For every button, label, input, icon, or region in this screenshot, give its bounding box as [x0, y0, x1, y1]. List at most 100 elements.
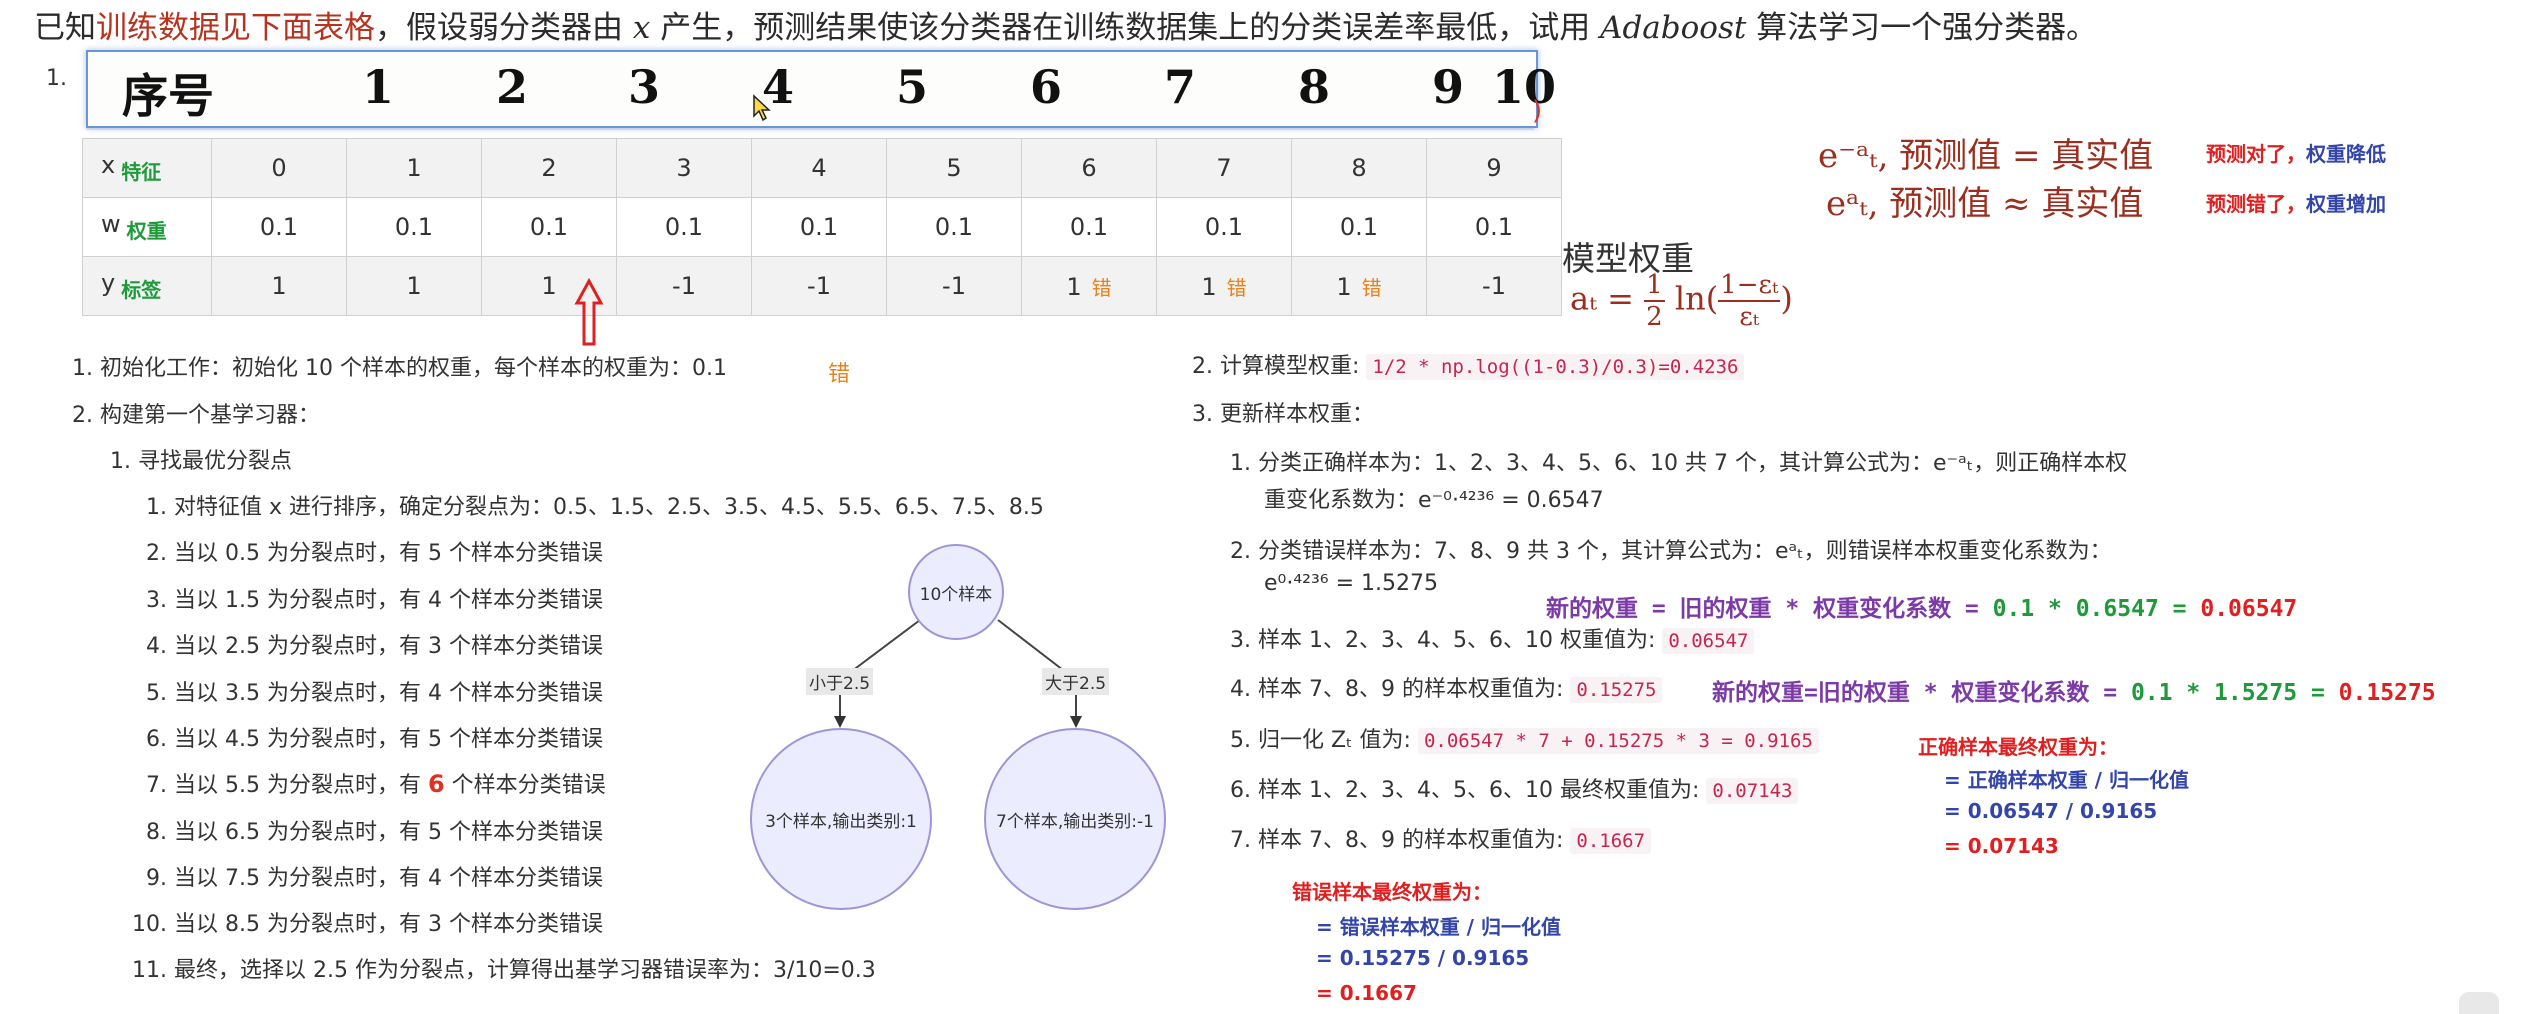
cell-value: 1	[406, 272, 422, 300]
error-note: 错	[828, 362, 851, 387]
list-item: 7. 当以 5.5 为分裂点时，有 6 个样本分类错误	[146, 767, 606, 799]
scan-number: 9	[1431, 60, 1464, 114]
correct-final-line1: = 正确样本权重 / 归一化值	[1944, 768, 2189, 792]
cell-value: -1	[807, 272, 831, 300]
code-inline: 1/2 * np.log((1-0.3)/0.3)=0.4236	[1366, 354, 1745, 380]
table-cell: 2	[481, 138, 617, 198]
error-mark: 错	[1226, 275, 1247, 300]
list-item: 2. 当以 0.5 为分裂点时，有 5 个样本分类错误	[146, 541, 603, 566]
row-header-w: w 权重	[82, 197, 212, 257]
step-r3-4: 4. 样本 7、8、9 的样本权重值为: 0.15275	[1230, 671, 1663, 703]
list-item: 1. 对特征值 x 进行排序，确定分裂点为：0.5、1.5、2.5、3.5、4.…	[146, 495, 1044, 520]
cell-value: -1	[1482, 272, 1506, 300]
scan-label: 序号	[122, 69, 214, 123]
stray-red-mark: )	[1532, 96, 1543, 126]
cell-value: 1	[271, 272, 287, 300]
code-inline: 0.1667	[1570, 828, 1652, 854]
scan-number: 2	[495, 60, 528, 114]
table-cell: 8	[1291, 138, 1427, 198]
intro-middle1: ，假设弱分类器由	[375, 10, 633, 46]
step-r2: 2. 计算模型权重: 1/2 * np.log((1-0.3)/0.3)=0.4…	[1192, 348, 1745, 380]
table-cell: 0.1	[211, 197, 347, 257]
scan-number: 5	[895, 60, 928, 114]
table-cell: 0.1	[481, 197, 617, 257]
formula-correct-note: 预测对了，权重降低	[2206, 138, 2386, 167]
table-row-y: y 标签 1 1 1 -1 -1 -1 1错 1错 1错 -1	[82, 256, 1562, 316]
list-item: 4. 当以 2.5 为分裂点时，有 3 个样本分类错误	[146, 634, 603, 659]
step-label: 4. 样本 7、8、9 的样本权重值为:	[1230, 677, 1564, 702]
step-r3-5: 5. 归一化 Zₜ 值为: 0.06547 * 7 + 0.15275 * 3 …	[1230, 722, 1819, 754]
note-calc: 0.1 * 1.5275 =	[2130, 680, 2339, 706]
tree-root-node: 10个样本	[908, 544, 1004, 640]
row-sub: 特征	[121, 160, 162, 184]
tree-left-edge-label: 小于2.5	[806, 668, 874, 695]
frac-num: 1	[1644, 270, 1665, 302]
table-cell: 4	[751, 138, 887, 198]
tree-right-edge-label: 大于2.5	[1042, 668, 1110, 695]
note-text: 预测对了，	[2206, 142, 2306, 166]
step-r3: 3. 更新样本权重：	[1192, 402, 1374, 427]
step-2: 2. 构建第一个基学习器：	[72, 403, 320, 428]
step-label: 3. 样本 1、2、3、4、5、6、10 权重值为:	[1230, 628, 1656, 653]
intro-middle2: 产生，预测结果使该分类器在训练数据集上的分类误差率最低，试用	[650, 10, 1601, 46]
list-item: 8. 当以 6.5 为分裂点时，有 5 个样本分类错误	[146, 820, 603, 845]
scanned-header-image[interactable]: 序号 1 2 3 4 5 6 7 8 9 10	[86, 50, 1556, 128]
table-cell: 0.1	[1426, 197, 1562, 257]
table-cell: -1	[751, 256, 887, 316]
correct-final-line3: = 0.07143	[1944, 834, 2059, 858]
corner-scroll-handle[interactable]	[2459, 992, 2499, 1014]
row-key: y	[101, 269, 116, 297]
table-cell: 1错	[1021, 256, 1157, 316]
step-r3-1a: 1. 分类正确样本为：1、2、3、4、5、6、10 共 7 个，其计算公式为：e…	[1230, 451, 2128, 476]
step-r3-2a: 2. 分类错误样本为：7、8、9 共 3 个，其计算公式为：eᵃₜ，则错误样本权…	[1230, 539, 2112, 564]
problem-statement: 已知训练数据见下面表格，假设弱分类器由 x 产生，预测结果使该分类器在训练数据集…	[34, 2, 2097, 47]
step-1: 1. 初始化工作：初始化 10 个样本的权重，每个样本的权重为：0.1	[72, 356, 727, 381]
table-cell: 0	[211, 138, 347, 198]
table-cell: 0.1	[1291, 197, 1427, 257]
row-key: x	[101, 151, 116, 179]
step-2-1: 1. 寻找最优分裂点	[110, 449, 292, 474]
note-text: 权重增加	[2306, 192, 2386, 216]
tree-left-leaf: 3个样本,输出类别:1	[750, 728, 932, 910]
table-cell: 1	[211, 256, 347, 316]
split-point-arrow-icon	[574, 278, 604, 346]
item7-text: 7. 当以 5.5 为分裂点时，有	[146, 773, 421, 798]
item7-text: 个样本分类错误	[451, 773, 606, 798]
list-item: 3. 当以 1.5 为分裂点时，有 4 个样本分类错误	[146, 588, 603, 613]
table-cell: 9	[1426, 138, 1562, 198]
wrong-final-line2: = 0.15275 / 0.9165	[1316, 946, 1530, 970]
note-new-weight-1: 新的权重 = 旧的权重 * 权重变化系数 = 0.1 * 0.6547 = 0.…	[1546, 589, 2297, 623]
wrong-final-line3: = 0.1667	[1316, 981, 1417, 1005]
table-cell: 1	[346, 256, 482, 316]
code-inline: 0.15275	[1570, 677, 1663, 703]
at-lhs: aₜ =	[1570, 279, 1634, 318]
table-row-x: x 特征 0 1 2 3 4 5 6 7 8 9	[82, 138, 1562, 198]
row-sub: 标签	[121, 278, 162, 302]
formula-correct: e⁻ᵃₜ, 预测值 = 真实值	[1818, 136, 2154, 176]
item7-highlight: 6	[427, 770, 445, 798]
intro-suffix: 算法学习一个强分类器。	[1746, 10, 2098, 46]
note-text: 新的权重=旧的权重 * 权重变化系数 =	[1712, 680, 2131, 706]
table-cell: 0.1	[346, 197, 482, 257]
paren: )	[1780, 279, 1793, 318]
step-r3-2b: e⁰·⁴²³⁶ = 1.5275	[1264, 571, 1439, 596]
intro-prefix: 已知	[34, 10, 96, 46]
intro-var-x: x	[632, 10, 651, 46]
table-cell: 0.1	[751, 197, 887, 257]
table-cell: 6	[1021, 138, 1157, 198]
step-label: 5. 归一化 Zₜ 值为:	[1230, 728, 1411, 753]
table-cell: 0.1	[616, 197, 752, 257]
list-item: 10. 当以 8.5 为分裂点时，有 3 个样本分类错误	[132, 912, 603, 937]
table-cell: 7	[1156, 138, 1292, 198]
table-cell: 0.1	[886, 197, 1022, 257]
note-new-weight-2: 新的权重=旧的权重 * 权重变化系数 = 0.1 * 1.5275 = 0.15…	[1712, 673, 2436, 707]
note-text: 新的权重 = 旧的权重 * 权重变化系数 =	[1546, 596, 1993, 622]
table-cell: 3	[616, 138, 752, 198]
step-r3-6: 6. 样本 1、2、3、4、5、6、10 最终权重值为: 0.07143	[1230, 772, 1799, 804]
cell-value: 1	[1066, 272, 1082, 301]
wrong-final-line1: = 错误样本权重 / 归一化值	[1316, 915, 1561, 939]
list-item: 9. 当以 7.5 为分裂点时，有 4 个样本分类错误	[146, 866, 603, 891]
note-result: 0.15275	[2338, 680, 2436, 706]
wrong-final-title: 错误样本最终权重为：	[1292, 880, 1492, 904]
scan-number: 7	[1163, 60, 1196, 114]
